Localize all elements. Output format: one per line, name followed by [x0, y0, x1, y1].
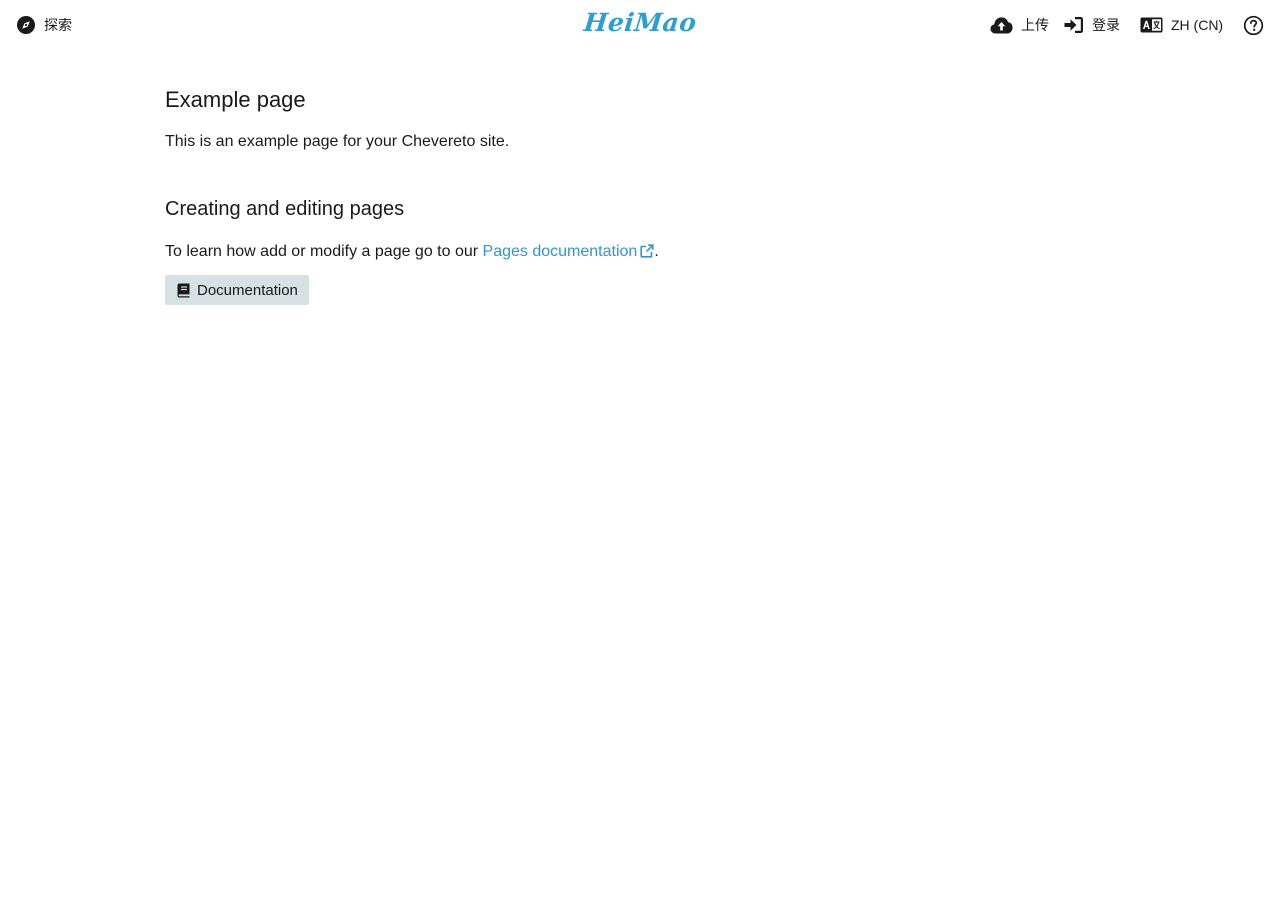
upload-button[interactable]: 上传: [990, 14, 1049, 36]
book-icon: [177, 283, 197, 298]
language-icon: [1140, 17, 1163, 33]
documentation-button[interactable]: Documentation: [165, 275, 309, 305]
language-selector[interactable]: ZH (CN): [1140, 14, 1223, 36]
pages-documentation-link[interactable]: Pages documentation: [483, 243, 655, 260]
documentation-button-label: Documentation: [197, 281, 298, 299]
howto-paragraph: To learn how add or modify a page go to …: [165, 241, 1115, 263]
site-logo[interactable]: HeiMao: [582, 8, 698, 37]
help-button[interactable]: [1243, 14, 1264, 36]
page-title: Example page: [165, 87, 306, 112]
login-label: 登录: [1092, 17, 1120, 33]
login-button[interactable]: 登录: [1064, 14, 1120, 36]
sign-in-icon: [1064, 16, 1084, 34]
compass-icon: [16, 15, 36, 35]
top-bar: 探索 HeiMao 上传 登录 ZH (CN): [0, 0, 1280, 50]
language-label: ZH (CN): [1171, 17, 1224, 33]
intro-text: This is an example page for your Chevere…: [165, 133, 510, 150]
howto-suffix: .: [654, 243, 659, 260]
howto-prefix: To learn how add or modify a page go to …: [165, 243, 483, 260]
external-link-icon: [640, 244, 654, 258]
explore-button[interactable]: 探索: [16, 14, 72, 36]
page-content: Example page This is an example page for…: [165, 86, 1115, 305]
question-circle-icon: [1243, 15, 1264, 36]
section-title: Creating and editing pages: [165, 198, 405, 220]
cloud-upload-icon: [990, 16, 1013, 34]
explore-label: 探索: [44, 17, 72, 33]
pages-documentation-link-text: Pages documentation: [482, 243, 638, 260]
upload-label: 上传: [1021, 17, 1049, 33]
